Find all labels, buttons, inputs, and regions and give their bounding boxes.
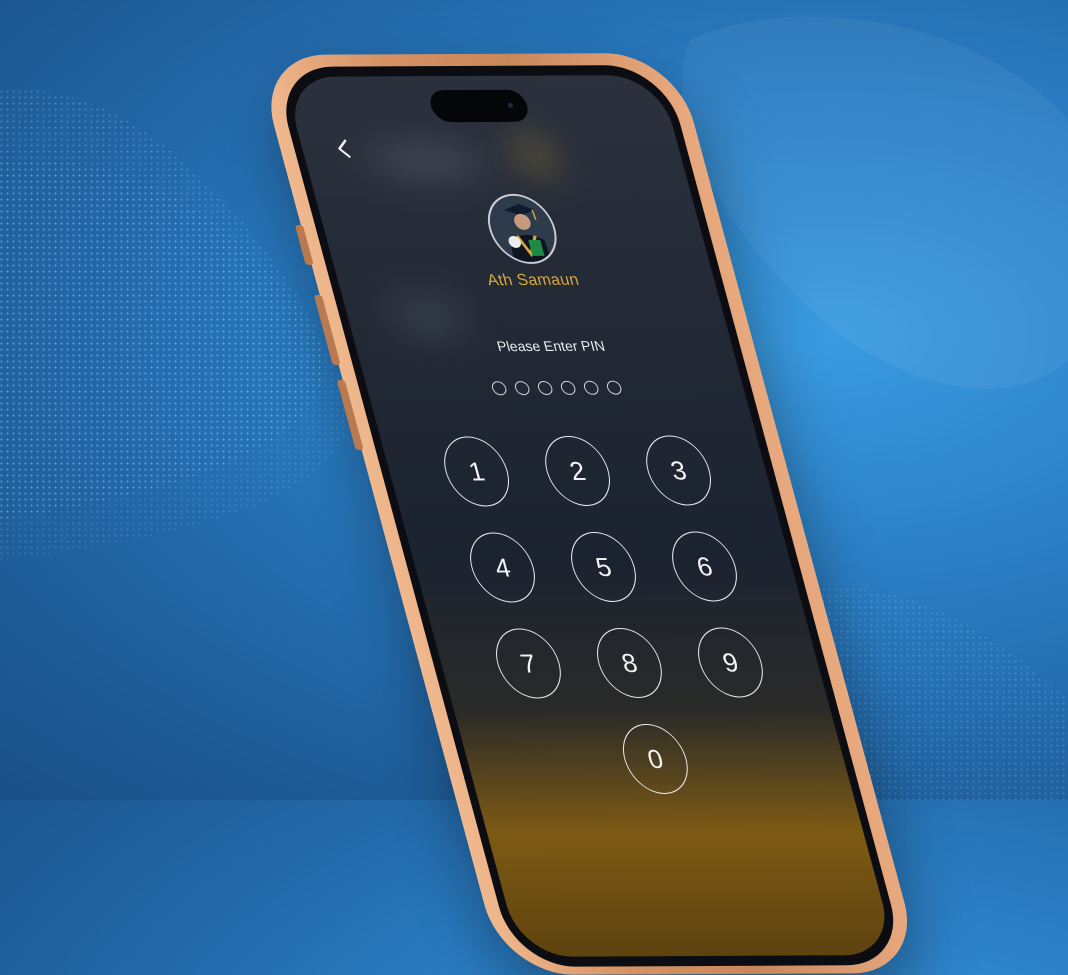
key-8[interactable]: 8	[588, 627, 670, 699]
bg-blur	[509, 135, 560, 176]
key-6[interactable]: 6	[664, 531, 745, 602]
pin-dot	[536, 380, 555, 396]
key-3[interactable]: 3	[638, 435, 720, 506]
user-photo-icon	[482, 195, 563, 263]
dynamic-island	[426, 89, 532, 123]
pin-dot	[559, 380, 578, 395]
back-button[interactable]	[329, 137, 359, 161]
bg-blur	[382, 296, 474, 337]
bg-blur	[361, 145, 490, 177]
pin-dot	[513, 381, 532, 396]
user-name: Ath Samaun	[485, 271, 581, 290]
key-2[interactable]: 2	[537, 435, 619, 507]
pin-dot	[582, 380, 601, 395]
pin-indicator	[490, 380, 624, 396]
avatar	[479, 193, 565, 265]
key-7[interactable]: 7	[487, 628, 569, 699]
pin-dot	[490, 381, 509, 396]
numeric-keypad: 1 2 3 4 5 6 7 8 9 0	[380, 435, 771, 795]
chevron-left-icon	[338, 139, 351, 158]
pin-prompt: Please Enter PIN	[494, 337, 607, 355]
camera-lens	[507, 102, 514, 108]
key-9[interactable]: 9	[689, 627, 771, 698]
phone-mockup: Ath Samaun Please Enter PIN 1 2 3 4 5 6 …	[255, 52, 1068, 975]
key-5[interactable]: 5	[563, 531, 644, 603]
pin-entry-screen: Ath Samaun Please Enter PIN 1 2 3 4 5 6 …	[282, 75, 897, 957]
key-1[interactable]: 1	[436, 436, 518, 507]
pin-dot	[605, 380, 624, 395]
key-0[interactable]: 0	[614, 723, 696, 795]
key-4[interactable]: 4	[462, 532, 543, 603]
